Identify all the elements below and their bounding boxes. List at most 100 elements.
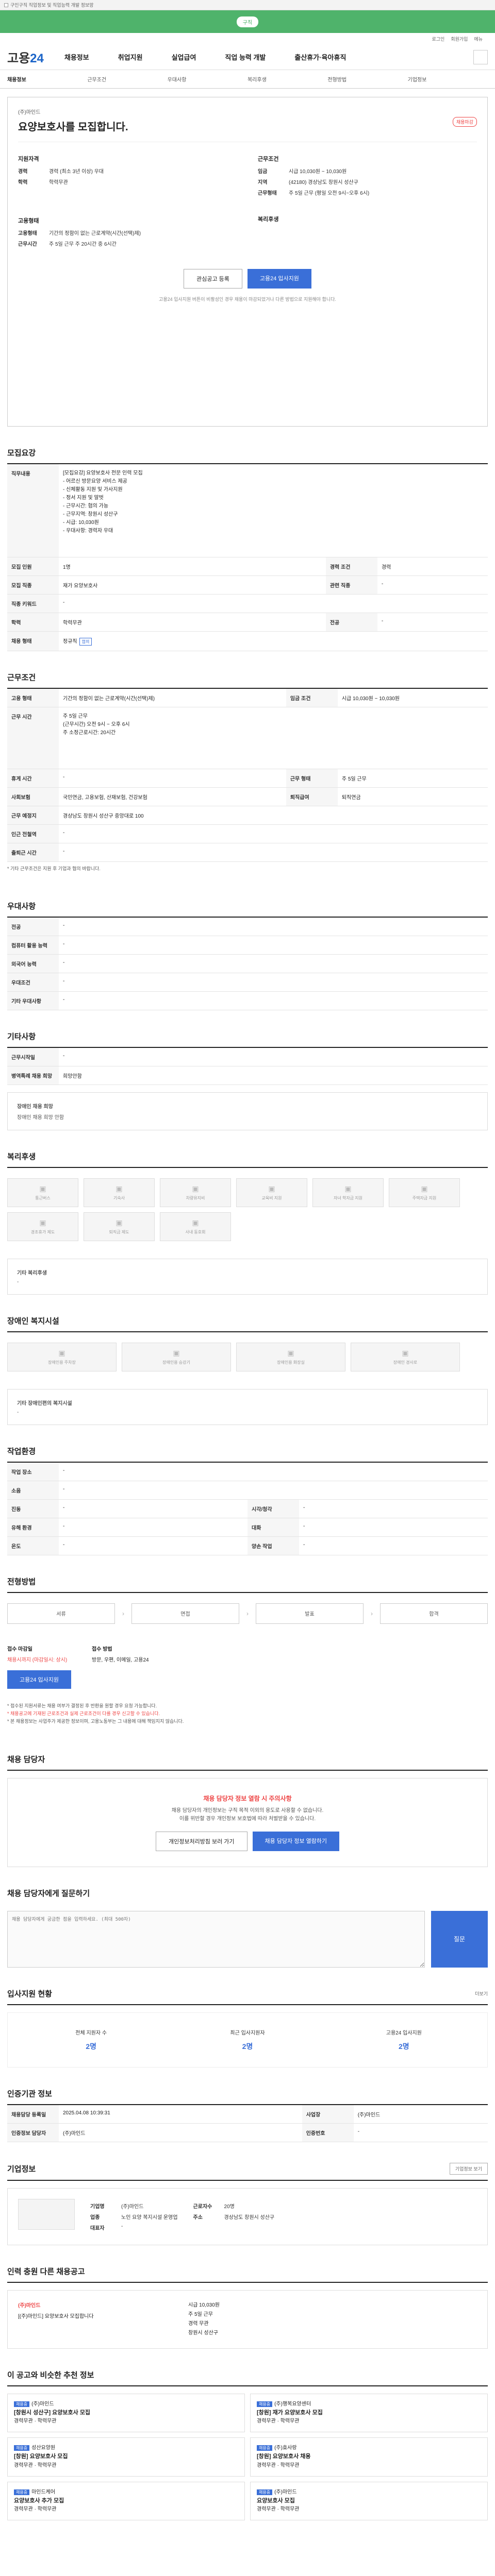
table-cell: 주 5일 근무 (근무시간) 오전 9시 ~ 오후 6시 주 소정근로시간: 2… [59, 707, 488, 769]
cond-heading: 근무조건 [258, 156, 279, 162]
banner-pill[interactable]: 구직 [236, 16, 259, 27]
table-header: 채용 형태 [7, 631, 59, 651]
table-row: 진동 - 시각/청각 - [7, 1499, 488, 1518]
tab-preferences[interactable]: 우대사항 [168, 75, 248, 83]
privacy-policy-button[interactable]: 개인정보처리방침 보러 가기 [155, 1831, 248, 1851]
card-detail: 경력무관 · 학력무관 [257, 2418, 300, 2425]
table-cell: 국민연금, 고용보험, 산재보험, 건강보험 [59, 787, 286, 806]
recommend-card[interactable]: 채용중 (주)행복요양센터 [창원] 재가 요양보호사 모집 경력무관 · 학력무관 [250, 2393, 488, 2433]
card-detail: 경력무관 · 학력무관 [257, 2462, 300, 2468]
gnb-item-support[interactable]: 취업지원 [118, 52, 143, 62]
table-header: 온도 [7, 1536, 59, 1555]
scrap-button[interactable]: 관심공고 등록 [184, 269, 242, 289]
view-manager-button[interactable]: 채용 담당자 정보 열람하기 [252, 1831, 340, 1851]
card-title: [창원] 요양보호사 모집 [14, 2453, 68, 2460]
table-header: 사회보험 [7, 787, 59, 806]
welfare-item: ▣ 퇴직금 제도 [84, 1212, 155, 1241]
table-cell: 2025.04.08 10:39:31 [59, 2105, 302, 2124]
applicants-section: 입사지원 현황 더보기 전체 지원자 수 2명 최근 입사지원자 2명 고용24 입사… [7, 1988, 488, 2067]
company-title: 기업정보 [7, 2164, 36, 2174]
table-row: 휴게 시간 - 근무 형태 주 5일 근무 [7, 769, 488, 788]
tab-process[interactable]: 전형방법 [327, 75, 407, 83]
table-header: 근무 시간 [7, 707, 59, 769]
table-row: 모집 직종 재가 요양보호사 관련 직종 - [7, 575, 488, 595]
table-cell: - [59, 843, 488, 862]
emp-label: 고용형태 [18, 231, 37, 236]
facility-label: 장애인용 화장실 [277, 1360, 305, 1365]
recruit-title: 모집요강 [7, 447, 488, 464]
utility-nav: 로그인 회원가입 메뉴 [0, 33, 495, 44]
question-submit-button[interactable]: 질문 [431, 1910, 488, 1968]
login-link[interactable]: 로그인 [432, 36, 444, 42]
disabled-hire-value: 장애인 채용 희망 안함 [17, 1114, 64, 1121]
recommend-card[interactable]: 채용중 마인드케어 요양보호사 추가 모집 경력무관 · 학력무관 [7, 2481, 245, 2521]
apply-button-2[interactable]: 고용24 입사지원 [7, 1670, 72, 1689]
gnb-item-unemployment[interactable]: 실업급여 [172, 52, 196, 62]
signup-link[interactable]: 회원가입 [451, 36, 468, 42]
process-notes: * 접수된 지원서류는 채용 여부가 결정된 후 반환을 원할 경우 요청 가능… [7, 1699, 488, 1733]
qual-heading: 지원자격 [18, 156, 39, 162]
recommend-card[interactable]: 채용중 (주)효사랑 [창원] 요양보호사 채용 경력무관 · 학력무관 [250, 2437, 488, 2477]
checkbox-icon[interactable] [4, 3, 8, 7]
stat-label: 고용24 입사지원 [386, 2030, 422, 2036]
gnb-item-leave[interactable]: 출산휴가·육아휴직 [294, 52, 346, 62]
company-name: (주)마인드 [18, 110, 41, 115]
disabled-hire-label: 장애인 채용 희망 [17, 1104, 53, 1110]
hiring-badge: 채용중 [14, 2445, 30, 2451]
facility-label: 장애인용 주차장 [48, 1360, 76, 1365]
table-header: 퇴직급여 [286, 787, 338, 806]
table-header: 근무 예정지 [7, 806, 59, 825]
site-logo[interactable]: 고용24 [7, 48, 44, 66]
table-row: 모집 인원 1명 경력 조건 경력 [7, 557, 488, 576]
tab-company[interactable]: 기업정보 [408, 75, 488, 83]
table-cell: - [59, 1481, 488, 1500]
stat-item: 고용24 입사지원 2명 [331, 2028, 477, 2052]
welfare-grid: ▣ 통근버스 ▣ 기숙사 ▣ 차량유지비 ▣ 교육비 지원 ▣ 자녀 학자금 지원 ▣ 주택… [7, 1168, 488, 1251]
negotiable-tag: 협의 [79, 637, 92, 646]
process-step: 면접 [131, 1603, 239, 1624]
recommend-card[interactable]: 채용중 성산요양원 [창원] 요양보호사 모집 경력무관 · 학력무관 [7, 2437, 245, 2477]
welfare-label: 퇴직금 제도 [109, 1229, 129, 1234]
recommend-card[interactable]: 채용중 (주)마인드 [창원시 성산구] 요양보호사 모집 경력무관 · 학력무관 [7, 2393, 245, 2433]
table-row: 작업 장소 - [7, 1462, 488, 1481]
tab-conditions[interactable]: 근무조건 [87, 75, 167, 83]
gnb-item-jobs[interactable]: 채용정보 [64, 52, 89, 62]
question-title: 채용 담당자에게 질문하기 [7, 1889, 90, 1898]
company-info-button[interactable]: 기업정보 보기 [449, 2162, 488, 2175]
other-job-card[interactable]: (주)마인드 [(주)마인드] 요양보호사 모집합니다 시급 10,030원 주 … [7, 2290, 488, 2349]
welfare-item: ▣ 기숙사 [84, 1178, 155, 1207]
tab-welfare[interactable]: 복리후생 [248, 75, 327, 83]
preferences-table: 전공 - 컴퓨터 활용 능력 - 외국어 능력 - 우대조건 - 기타 우대사항 - [7, 917, 488, 1010]
menu-link[interactable]: 메뉴 [474, 36, 483, 42]
apply-button[interactable]: 고용24 입사지원 [247, 269, 311, 289]
job-summary: (주)마인드 요양보호사를 모집합니다. 채용마감 지원자격 경력 경력 (최소 … [7, 97, 488, 427]
privacy-warning: 채용 담당자 정보 열람 시 주의사항 채용 담당자의 개인정보는 구직 목적 … [7, 1777, 488, 1867]
section-tabs: 채용정보 근무조건 우대사항 복리후생 전형방법 기업정보 [0, 70, 495, 89]
table-cell: - [59, 1536, 248, 1555]
table-row: 고용 형태 기간의 정함이 없는 근로계약(시간(선택)제) 임금 조건 시급 10,… [7, 688, 488, 707]
gnb-item-training[interactable]: 직업 능력 개발 [225, 52, 266, 62]
table-row: 근무 예정지 경상남도 창원시 성산구 중앙대로 100 [7, 806, 488, 825]
welfare-title: 복리후생 [7, 1151, 488, 1168]
facility-label: 장애인용 승강기 [162, 1360, 190, 1365]
facility-section: 장애인 복지시설 ▣ 장애인용 주차장 ▣ 장애인용 승강기 ▣ 장애인용 화장실 ▣… [7, 1315, 488, 1425]
company-field-label: 업종 [90, 2214, 100, 2221]
table-cell: 희망안함 [59, 1066, 488, 1085]
etc-section: 기타사항 근무시작일 - 병역특례 채용 희망 희망안함 장애인 채용 희망 장애인 … [7, 1031, 488, 1130]
table-row: 근무시작일 - [7, 1047, 488, 1066]
all-menu-icon[interactable] [473, 49, 488, 64]
table-header: 컴퓨터 활용 능력 [7, 936, 59, 955]
deadline-value: 채용시까지 (마감일시: 상시) [7, 1657, 68, 1663]
people-icon: ▣ [192, 1218, 199, 1227]
card-company: 성산요양원 [31, 2445, 56, 2451]
recommend-card[interactable]: 채용중 (주)마인드 요양보호사 모집 경력무관 · 학력무관 [250, 2481, 488, 2521]
table-cell: - [59, 1499, 248, 1518]
book-icon: ▣ [268, 1184, 275, 1193]
cert-title: 인증기관 정보 [7, 2088, 488, 2105]
applicants-more-link[interactable]: 더보기 [475, 1990, 488, 1997]
table-row: 근무 시간 주 5일 근무 (근무시간) 오전 9시 ~ 오후 6시 주 소정근로… [7, 707, 488, 769]
table-header: 소음 [7, 1481, 59, 1500]
table-header: 사업장 [302, 2105, 354, 2124]
question-input[interactable] [7, 1910, 425, 1968]
tab-recruit[interactable]: 채용정보 [7, 75, 87, 83]
